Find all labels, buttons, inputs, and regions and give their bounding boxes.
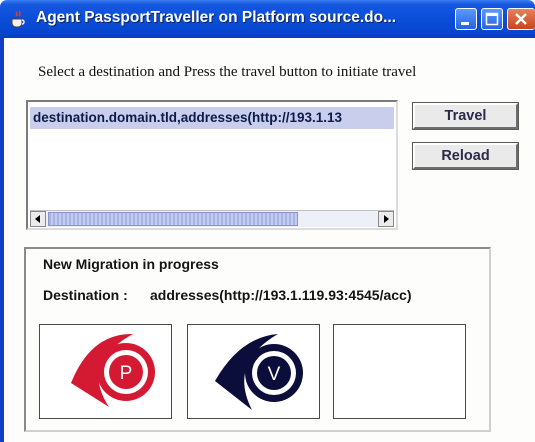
- visa-letter: V: [268, 364, 281, 385]
- list-item[interactable]: destination.domain.tld,addresses(http://…: [30, 107, 394, 129]
- agent-window: Agent PassportTraveller on Platform sour…: [0, 0, 535, 442]
- maximize-icon: [485, 12, 499, 26]
- horizontal-scrollbar[interactable]: [30, 210, 394, 227]
- scrollbar-thumb[interactable]: [48, 212, 298, 226]
- destination-value: addresses(http://193.1.119.93:4545/acc): [150, 287, 412, 303]
- migration-panel: New Migration in progress Destination : …: [24, 247, 491, 432]
- empty-slot: [333, 324, 466, 419]
- visa-slot: V: [187, 324, 320, 419]
- arrow-left-icon: [35, 215, 40, 223]
- reload-button[interactable]: Reload: [412, 142, 519, 170]
- passport-slot: P: [39, 324, 172, 419]
- window-title: Agent PassportTraveller on Platform sour…: [36, 9, 397, 26]
- destination-list[interactable]: destination.domain.tld,addresses(http://…: [26, 100, 398, 230]
- java-cup-icon: [11, 10, 25, 28]
- scroll-left-button[interactable]: [30, 211, 46, 227]
- arrow-right-icon: [384, 215, 389, 223]
- close-button[interactable]: [507, 8, 535, 30]
- minimize-icon: [461, 22, 469, 25]
- visa-icon: V: [215, 334, 303, 410]
- passport-letter: P: [120, 363, 133, 384]
- instruction-text: Select a destination and Press the trave…: [38, 64, 417, 80]
- destination-label: Destination :: [43, 287, 128, 303]
- maximize-button[interactable]: [481, 8, 503, 30]
- migration-status: New Migration in progress: [43, 256, 219, 272]
- window-border: [0, 38, 4, 442]
- close-icon: [515, 13, 527, 25]
- passport-icon: P: [71, 333, 155, 407]
- scroll-right-button[interactable]: [378, 211, 394, 227]
- travel-button[interactable]: Travel: [412, 102, 519, 130]
- title-bar[interactable]: Agent PassportTraveller on Platform sour…: [0, 0, 535, 38]
- minimize-button[interactable]: [455, 8, 477, 30]
